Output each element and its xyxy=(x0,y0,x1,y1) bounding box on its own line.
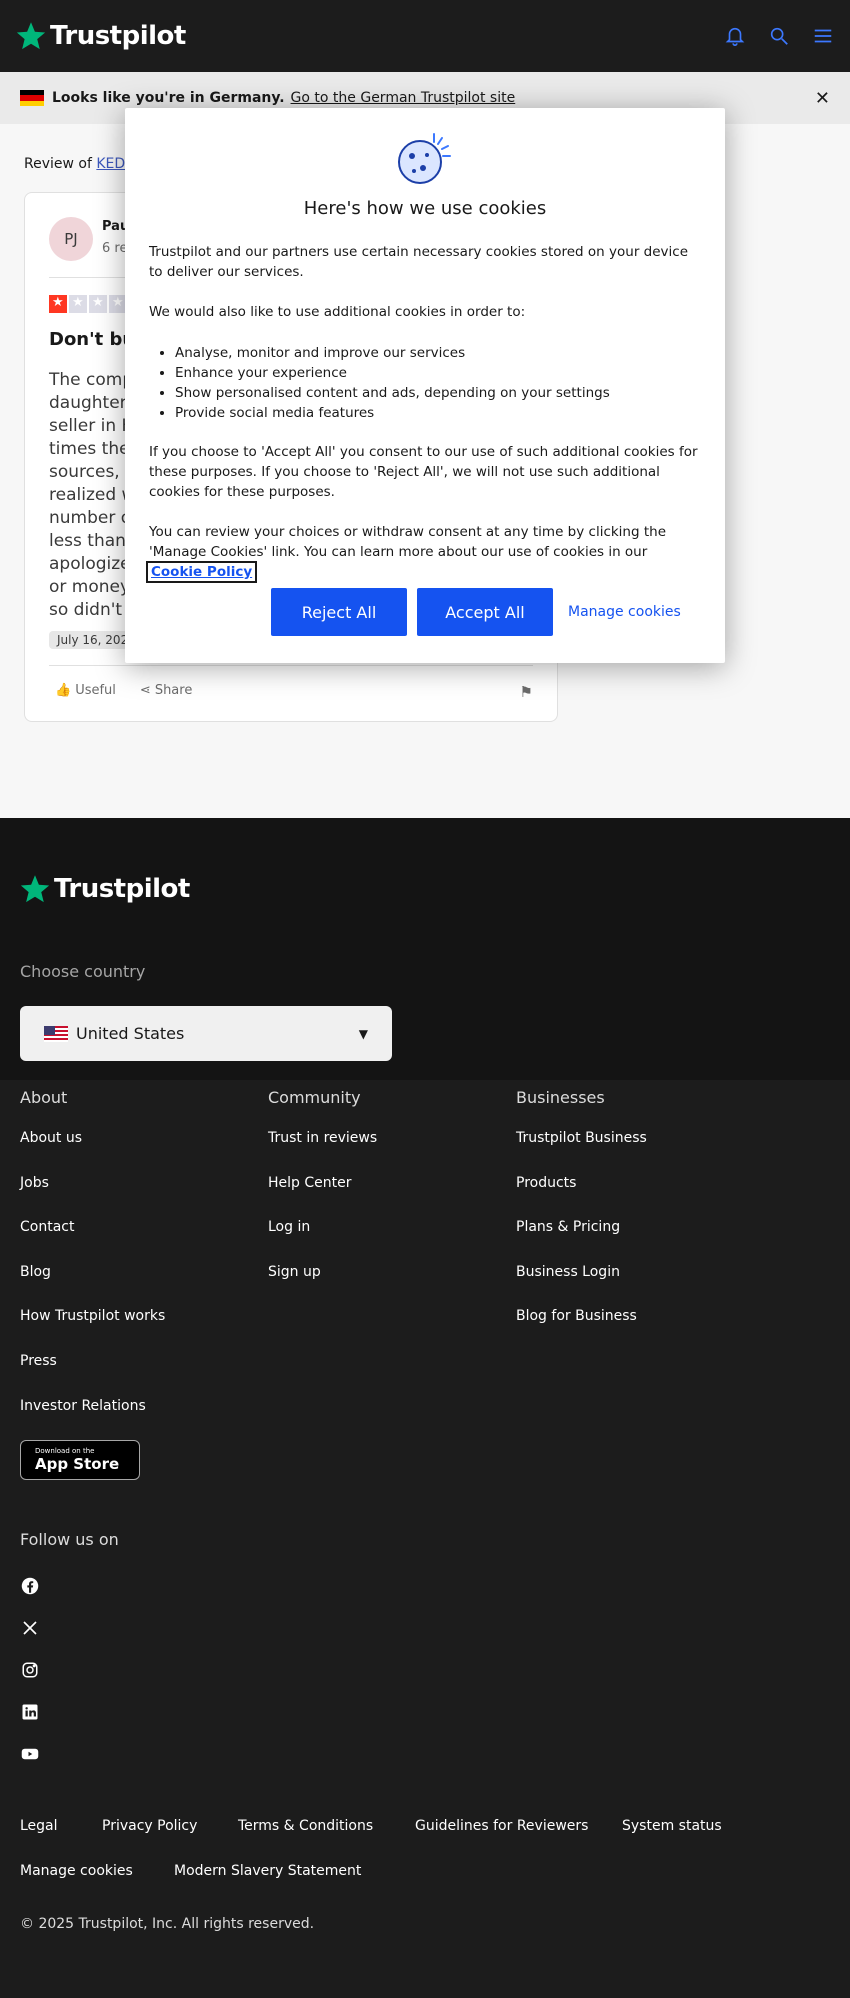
footer-legal-link[interactable]: Manage cookies xyxy=(20,1863,133,1879)
star-logo-icon xyxy=(16,22,46,50)
footer-legal-link[interactable]: Privacy Policy xyxy=(102,1818,197,1834)
cookie-icon xyxy=(398,133,451,184)
column-heading: Community xyxy=(268,1088,361,1107)
youtube-icon[interactable] xyxy=(20,1744,40,1764)
footer-legal-link[interactable]: Modern Slavery Statement xyxy=(174,1863,361,1879)
footer-link[interactable]: Log in xyxy=(268,1219,310,1235)
logo-text: Trustpilot xyxy=(54,874,190,904)
trustpilot-logo[interactable]: Trustpilot xyxy=(16,21,186,51)
footer-link[interactable]: Contact xyxy=(20,1219,74,1235)
german-site-link[interactable]: Go to the German Trustpilot site xyxy=(291,90,516,106)
list-item: Show personalised content and ads, depen… xyxy=(175,383,610,403)
star-icon xyxy=(49,295,67,313)
manage-cookies-button[interactable]: Manage cookies xyxy=(568,588,681,636)
footer-legal-link[interactable]: Legal xyxy=(20,1818,58,1834)
share-icon: ⋖ xyxy=(139,683,151,698)
footer-country-section: Trustpilot Choose country United States … xyxy=(0,818,850,1080)
footer-column-community: Community Trust in reviews Help Center L… xyxy=(268,1080,377,1280)
thumbs-up-icon: 👍 xyxy=(55,683,72,698)
footer-link[interactable]: How Trustpilot works xyxy=(20,1308,165,1324)
menu-icon[interactable] xyxy=(812,25,834,47)
cookie-para-additional: We would also like to use additional coo… xyxy=(149,304,526,320)
footer-link[interactable]: Blog xyxy=(20,1264,51,1280)
banner-text: Looks like you're in Germany. xyxy=(52,90,285,106)
cookie-purpose-list: Analyse, monitor and improve our service… xyxy=(175,343,610,423)
footer-link[interactable]: Plans & Pricing xyxy=(516,1219,620,1235)
star-logo-icon xyxy=(20,875,50,903)
footer-link[interactable]: Business Login xyxy=(516,1264,620,1280)
footer-link[interactable]: Jobs xyxy=(20,1175,49,1191)
linkedin-icon[interactable] xyxy=(20,1702,40,1722)
reject-all-button[interactable]: Reject All xyxy=(271,588,407,636)
instagram-icon[interactable] xyxy=(20,1660,40,1680)
cookie-dialog-title: Here's how we use cookies xyxy=(303,198,547,219)
caret-down-icon: ▼ xyxy=(358,1026,368,1041)
star-icon xyxy=(69,295,87,313)
x-icon[interactable] xyxy=(20,1618,40,1638)
footer-link[interactable]: Blog for Business xyxy=(516,1308,637,1324)
review-of-line: Review of KEDM xyxy=(24,156,137,172)
footer-column-businesses: Businesses Trustpilot Business Products … xyxy=(516,1080,647,1324)
copyright: © 2025 Trustpilot, Inc. All rights reser… xyxy=(20,1916,315,1932)
divider xyxy=(49,665,533,666)
site-header: Trustpilot xyxy=(0,0,850,72)
column-heading: Businesses xyxy=(516,1088,605,1107)
cookie-consent-dialog: Here's how we use cookies Trustpilot and… xyxy=(125,108,725,663)
search-icon[interactable] xyxy=(768,25,790,47)
avatar[interactable]: PJ xyxy=(49,217,93,261)
list-item: Provide social media features xyxy=(175,403,610,423)
cookie-para-consent: If you choose to 'Accept All' you consen… xyxy=(149,444,698,500)
report-flag-icon[interactable]: ⚑ xyxy=(520,683,533,701)
footer-link[interactable]: Products xyxy=(516,1175,576,1191)
footer-link[interactable]: Help Center xyxy=(268,1175,352,1191)
list-item: Analyse, monitor and improve our service… xyxy=(175,343,610,363)
choose-country-label: Choose country xyxy=(20,962,146,981)
cookie-para-necessary: Trustpilot and our partners use certain … xyxy=(149,244,689,280)
cookie-para-review: You can review your choices or withdraw … xyxy=(145,524,667,583)
footer-legal-link[interactable]: Guidelines for Reviewers xyxy=(415,1818,588,1834)
germany-flag-icon xyxy=(20,90,44,106)
facebook-icon[interactable] xyxy=(20,1576,40,1596)
footer-legal-link[interactable]: Terms & Conditions xyxy=(238,1818,373,1834)
footer-link[interactable]: About us xyxy=(20,1130,82,1146)
logo-text: Trustpilot xyxy=(50,21,186,51)
footer-logo[interactable]: Trustpilot xyxy=(20,874,190,904)
footer-link[interactable]: Investor Relations xyxy=(20,1398,146,1414)
star-icon xyxy=(89,295,107,313)
footer-link[interactable]: Trustpilot Business xyxy=(516,1130,647,1146)
column-heading: About xyxy=(20,1088,68,1107)
app-store-big-text: App Store xyxy=(35,1455,120,1473)
share-button[interactable]: ⋖ Share xyxy=(140,683,192,698)
list-item: Enhance your experience xyxy=(175,363,610,383)
footer-legal-link[interactable]: System status xyxy=(622,1818,722,1834)
us-flag-icon xyxy=(44,1025,68,1042)
footer-link[interactable]: Sign up xyxy=(268,1264,321,1280)
site-footer: Trustpilot Choose country United States … xyxy=(0,818,850,1998)
selected-country: United States xyxy=(76,1024,185,1043)
close-icon[interactable]: ✕ xyxy=(815,88,830,109)
follow-us-label: Follow us on xyxy=(20,1530,119,1549)
app-store-small-text: Download on the xyxy=(35,1447,95,1455)
review-of-prefix: Review of xyxy=(24,156,92,172)
footer-column-about: About About us Jobs Contact Blog How Tru… xyxy=(20,1080,165,1414)
app-store-badge[interactable]: Download on the App Store xyxy=(20,1440,140,1480)
reviewer-review-count: 6 re xyxy=(102,241,128,256)
useful-button[interactable]: 👍 Useful xyxy=(55,683,116,698)
country-select[interactable]: United States ▼ xyxy=(20,1006,392,1061)
accept-all-button[interactable]: Accept All xyxy=(417,588,553,636)
bell-icon[interactable] xyxy=(724,25,746,47)
cookie-policy-link[interactable]: Cookie Policy xyxy=(145,561,258,583)
footer-link[interactable]: Press xyxy=(20,1353,57,1369)
footer-link[interactable]: Trust in reviews xyxy=(268,1130,377,1146)
